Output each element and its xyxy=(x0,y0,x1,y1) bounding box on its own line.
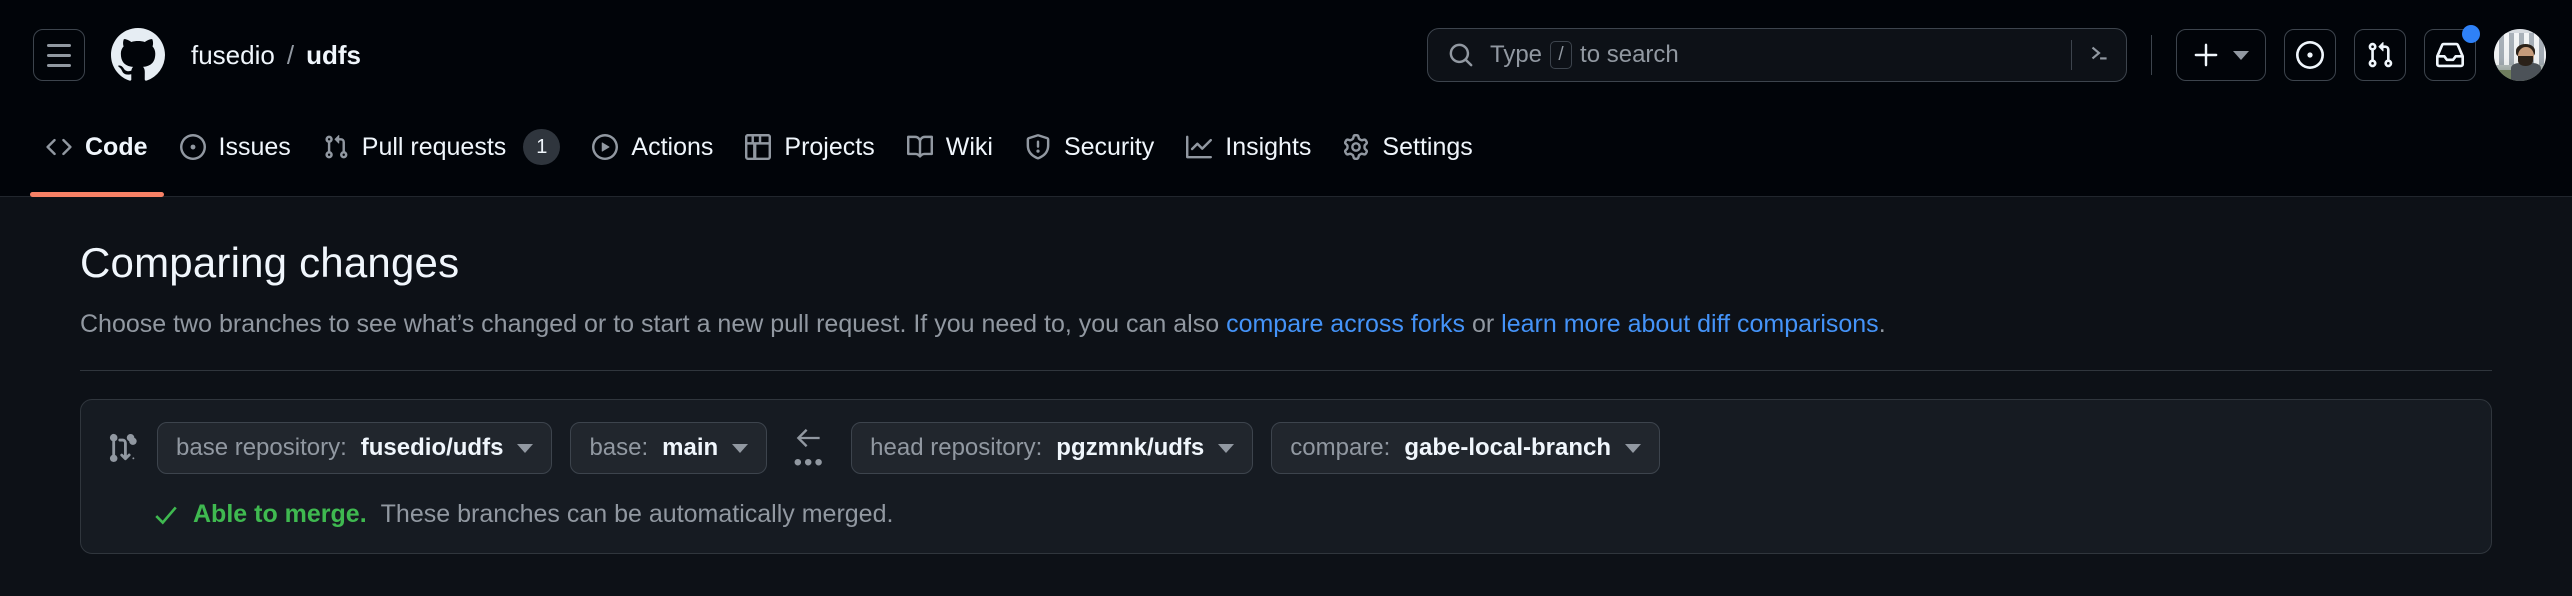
search-placeholder-suffix: to search xyxy=(1580,41,1679,69)
tab-projects[interactable]: Projects xyxy=(729,116,890,178)
tab-label: Security xyxy=(1064,133,1154,162)
compare-branch-prefix: compare: xyxy=(1290,434,1390,462)
tab-label: Wiki xyxy=(946,133,993,162)
search-input[interactable]: Type / to search xyxy=(1427,28,2127,82)
compare-branch-select[interactable]: compare: gabe-local-branch xyxy=(1271,422,1660,474)
pull-requests-button[interactable] xyxy=(2354,29,2406,81)
breadcrumb-separator: / xyxy=(287,40,294,71)
tab-label: Actions xyxy=(631,133,713,162)
tab-code[interactable]: Code xyxy=(30,116,164,178)
search-divider xyxy=(2071,40,2072,70)
global-header: fusedio / udfs Type / to search xyxy=(0,0,2572,110)
active-tab-underline xyxy=(30,192,164,197)
base-branch-select[interactable]: base: main xyxy=(570,422,767,474)
create-new-button[interactable] xyxy=(2176,29,2266,81)
search-icon xyxy=(1448,42,1474,68)
base-repository-value: fusedio/udfs xyxy=(361,434,504,462)
hamburger-line xyxy=(47,44,71,47)
search-placeholder-prefix: Type xyxy=(1490,41,1542,69)
merge-status: Able to merge. These branches can be aut… xyxy=(153,500,2463,529)
page-description: Choose two branches to see what’s change… xyxy=(80,307,2492,342)
global-nav-menu-button[interactable] xyxy=(33,29,85,81)
base-repository-prefix: base repository: xyxy=(176,434,347,462)
tab-wiki[interactable]: Wiki xyxy=(891,116,1009,178)
issue-opened-icon xyxy=(2296,41,2324,69)
chevron-down-icon xyxy=(1218,444,1234,453)
base-repository-select[interactable]: base repository: fusedio/udfs xyxy=(157,422,552,474)
head-repository-select[interactable]: head repository: pgzmnk/udfs xyxy=(851,422,1253,474)
tab-pull-requests[interactable]: Pull requests 1 xyxy=(307,116,577,178)
hamburger-line xyxy=(47,64,71,67)
description-text-3: . xyxy=(1879,310,1886,338)
github-logo-icon[interactable] xyxy=(111,28,165,82)
header-divider xyxy=(2151,35,2152,75)
branch-selector-row: base repository: fusedio/udfs base: main… xyxy=(109,422,2463,474)
code-icon xyxy=(46,134,72,160)
command-palette-icon[interactable] xyxy=(2086,40,2112,71)
head-repository-prefix: head repository: xyxy=(870,434,1042,462)
compare-direction: ••• xyxy=(787,425,831,470)
issues-button[interactable] xyxy=(2284,29,2336,81)
chevron-down-icon xyxy=(732,444,748,453)
base-branch-value: main xyxy=(662,434,718,462)
play-icon xyxy=(592,134,618,160)
breadcrumb-owner[interactable]: fusedio xyxy=(191,40,275,71)
breadcrumb: fusedio / udfs xyxy=(191,40,361,71)
chevron-down-icon xyxy=(1625,444,1641,453)
tab-label: Issues xyxy=(219,133,291,162)
compare-across-forks-link[interactable]: compare across forks xyxy=(1226,310,1465,338)
diff-comparisons-link[interactable]: learn more about diff comparisons xyxy=(1501,310,1879,338)
notification-badge xyxy=(2462,25,2480,43)
breadcrumb-repo[interactable]: udfs xyxy=(306,40,361,71)
tab-label: Pull requests xyxy=(362,133,507,162)
avatar[interactable] xyxy=(2494,29,2546,81)
inbox-icon xyxy=(2436,41,2464,69)
compare-panel: base repository: fusedio/udfs base: main… xyxy=(80,399,2492,554)
chevron-down-icon xyxy=(2233,51,2249,60)
git-pull-request-icon xyxy=(2366,41,2394,69)
notifications-button[interactable] xyxy=(2424,29,2476,81)
gear-icon xyxy=(1343,134,1369,160)
tab-label: Settings xyxy=(1382,133,1472,162)
base-branch-prefix: base: xyxy=(589,434,648,462)
tab-settings[interactable]: Settings xyxy=(1327,116,1488,178)
shield-icon xyxy=(1025,134,1051,160)
compare-direction-dots: ••• xyxy=(794,456,825,470)
tab-security[interactable]: Security xyxy=(1009,116,1170,178)
search-slash-key: / xyxy=(1550,41,1572,69)
head-repository-value: pgzmnk/udfs xyxy=(1056,434,1204,462)
tab-insights[interactable]: Insights xyxy=(1170,116,1327,178)
compare-branch-value: gabe-local-branch xyxy=(1404,434,1611,462)
tab-issues[interactable]: Issues xyxy=(164,116,307,178)
tab-label: Insights xyxy=(1225,133,1311,162)
search-placeholder: Type / to search xyxy=(1490,41,2057,69)
tab-label: Code xyxy=(85,133,148,162)
plus-icon xyxy=(2193,42,2219,68)
merge-status-note: These branches can be automatically merg… xyxy=(381,500,894,529)
chevron-down-icon xyxy=(517,444,533,453)
tab-label: Projects xyxy=(784,133,874,162)
pull-requests-count-badge: 1 xyxy=(523,129,560,165)
git-pull-request-icon xyxy=(323,134,349,160)
page-title: Comparing changes xyxy=(80,239,2492,287)
header-right-controls: Type / to search xyxy=(1427,0,2546,110)
main-content: Comparing changes Choose two branches to… xyxy=(0,239,2572,554)
repository-nav: Code Issues Pull requests 1 Actions Proj… xyxy=(0,110,2572,197)
description-text-1: Choose two branches to see what’s change… xyxy=(80,310,1226,338)
git-compare-icon xyxy=(109,433,139,463)
check-icon xyxy=(153,502,179,528)
book-icon xyxy=(907,134,933,160)
graph-icon xyxy=(1186,134,1212,160)
merge-status-headline: Able to merge. xyxy=(193,500,367,529)
issue-opened-icon xyxy=(180,134,206,160)
hamburger-line xyxy=(47,54,71,57)
divider xyxy=(80,370,2492,371)
description-text-2: or xyxy=(1465,310,1501,338)
table-icon xyxy=(745,134,771,160)
tab-actions[interactable]: Actions xyxy=(576,116,729,178)
